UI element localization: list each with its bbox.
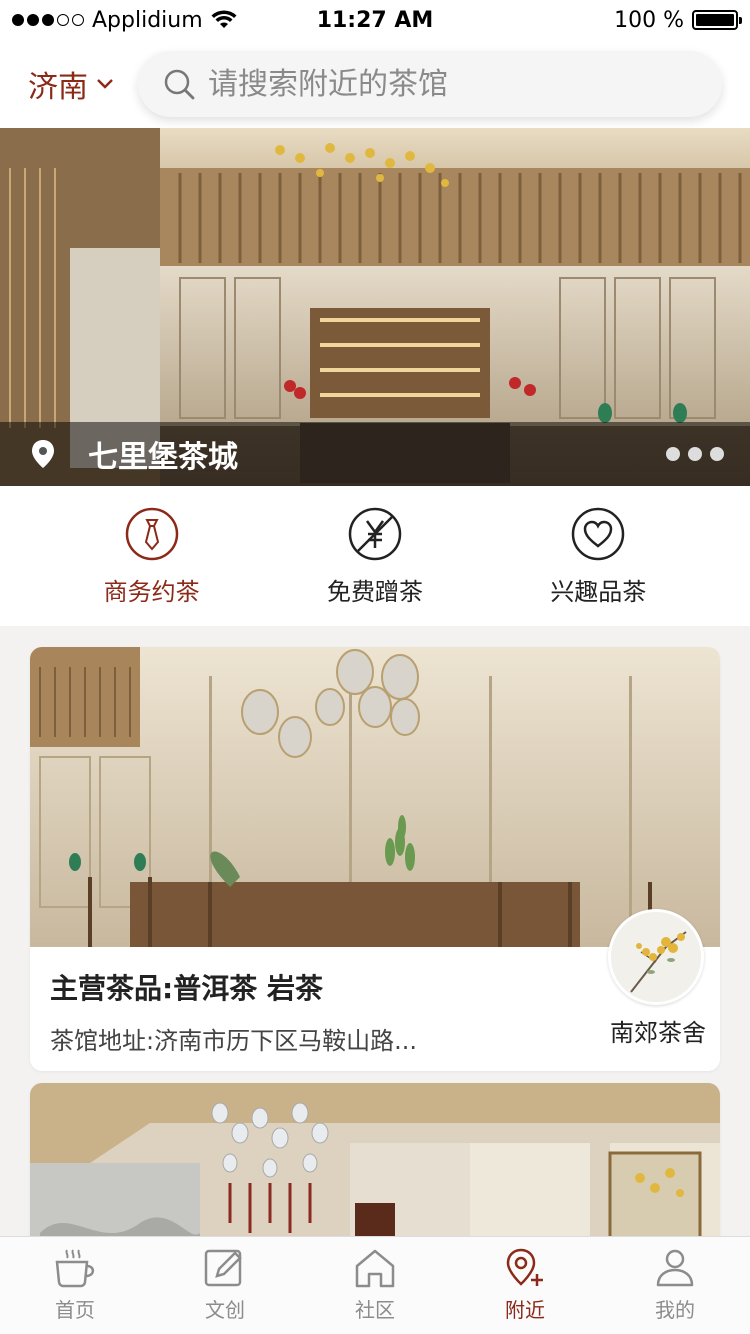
tab-label: 附近 <box>505 1298 545 1322</box>
search-bar[interactable] <box>138 51 722 117</box>
banner-carousel[interactable]: 七里堡茶城 <box>0 128 750 486</box>
bottom-tab-bar: 首页 文创 社区 附近 我的 <box>0 1236 750 1334</box>
search-input[interactable] <box>208 66 698 102</box>
chevron-down-icon <box>97 79 113 89</box>
battery-percent: 100 % <box>614 7 684 33</box>
wifi-icon <box>211 10 237 28</box>
shop-info: 主营茶品:普洱茶 岩茶 茶馆地址:济南市历下区马鞍山路... 南郊茶舍 <box>30 909 720 1071</box>
category-interest-tea[interactable]: 兴趣品茶 <box>498 506 698 607</box>
category-label: 商务约茶 <box>103 577 200 606</box>
location-pin-icon <box>32 440 54 468</box>
header: 济南 <box>0 40 750 128</box>
shop-address: 茶馆地址:济南市历下区马鞍山路... <box>50 1027 417 1055</box>
category-label: 免费蹭茶 <box>326 577 423 606</box>
carrier-name: Applidium <box>92 7 203 33</box>
shop-name: 南郊茶舍 <box>610 1019 706 1047</box>
city-selector[interactable]: 济南 <box>28 62 138 106</box>
shop-main-products: 主营茶品:普洱茶 岩茶 <box>50 972 323 1005</box>
shop-avatar <box>608 909 704 1005</box>
category-row: 商务约茶 免费蹭茶 兴趣品茶 <box>0 486 750 626</box>
city-label: 济南 <box>28 70 88 105</box>
category-free-tea[interactable]: 免费蹭茶 <box>275 506 475 607</box>
edit-icon <box>204 1249 242 1287</box>
location-plus-icon <box>506 1248 543 1286</box>
tab-label: 文创 <box>205 1298 245 1322</box>
tab-label: 首页 <box>55 1298 95 1322</box>
free-yuan-icon <box>348 507 402 560</box>
battery-icon <box>692 10 742 30</box>
banner-title: 七里堡茶城 <box>88 440 238 475</box>
tab-creative[interactable]: 文创 <box>150 1248 300 1323</box>
shop-card[interactable]: 主营茶品:普洱茶 岩茶 茶馆地址:济南市历下区马鞍山路... 南郊茶舍 <box>30 647 720 1071</box>
heart-icon <box>572 507 625 560</box>
coffee-cup-icon <box>55 1249 95 1288</box>
status-bar: Applidium 11:27 AM 100 % <box>0 0 750 40</box>
banner-caption: 七里堡茶城 <box>0 422 750 486</box>
tab-label: 我的 <box>655 1298 695 1322</box>
category-business-tea[interactable]: 商务约茶 <box>52 506 252 607</box>
house-icon <box>355 1249 395 1288</box>
carrier-group: Applidium <box>12 8 237 33</box>
pager-dot[interactable] <box>666 447 680 461</box>
shop-photo <box>30 647 720 947</box>
pager-dot[interactable] <box>710 447 724 461</box>
carousel-pager <box>666 447 724 461</box>
tab-nearby[interactable]: 附近 <box>450 1248 600 1323</box>
tab-home[interactable]: 首页 <box>0 1248 150 1323</box>
tab-mine[interactable]: 我的 <box>600 1248 750 1323</box>
signal-icon <box>12 14 84 26</box>
tab-label: 社区 <box>355 1298 395 1322</box>
user-icon <box>656 1249 694 1287</box>
clock: 11:27 AM <box>316 7 434 33</box>
search-icon <box>164 69 195 100</box>
category-label: 兴趣品茶 <box>550 577 647 606</box>
pager-dot[interactable] <box>688 447 702 461</box>
tie-icon <box>125 507 178 560</box>
tab-community[interactable]: 社区 <box>300 1248 450 1323</box>
battery-group: 100 % <box>614 7 742 33</box>
